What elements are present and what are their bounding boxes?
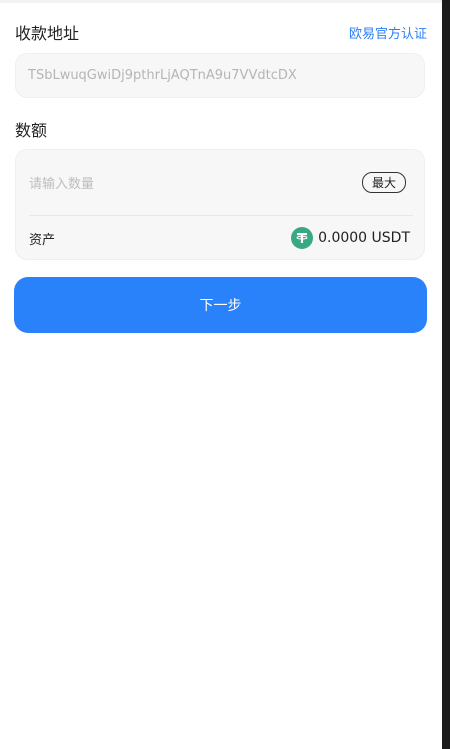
amount-input[interactable]: 请输入数量 [29,173,94,192]
asset-value: 0.0000 USDT [318,230,410,246]
top-strip [0,0,442,3]
tether-glyph-icon [296,233,308,243]
next-button-label: 下一步 [199,298,242,314]
send-screen: 收款地址 欧易官方认证 TSbLwuqGwiDj9pthrLjAQTnA9u7V… [0,0,442,749]
amount-header: 数额 [15,117,427,141]
asset-row: 资产 0.0000 USDT [16,216,424,260]
amount-input-row[interactable]: 请输入数量 最大 [16,150,424,215]
address-label: 收款地址 [15,24,80,43]
asset-label: 资产 [29,232,56,248]
address-value: TSbLwuqGwiDj9pthrLjAQTnA9u7VVdtcDX [28,68,297,83]
address-header: 收款地址 欧易官方认证 [15,20,427,44]
amount-label: 数额 [15,121,48,140]
usdt-icon [291,227,314,249]
address-field[interactable]: TSbLwuqGwiDj9pthrLjAQTnA9u7VVdtcDX [15,53,425,98]
next-button[interactable]: 下一步 [14,277,427,333]
amount-card: 请输入数量 最大 资产 0.0000 USDT [15,149,425,260]
asset-balance: 0.0000 USDT [291,227,410,249]
right-edge-bar [442,0,450,749]
official-verification-link[interactable]: 欧易官方认证 [349,23,427,42]
max-button[interactable]: 最大 [361,172,406,193]
